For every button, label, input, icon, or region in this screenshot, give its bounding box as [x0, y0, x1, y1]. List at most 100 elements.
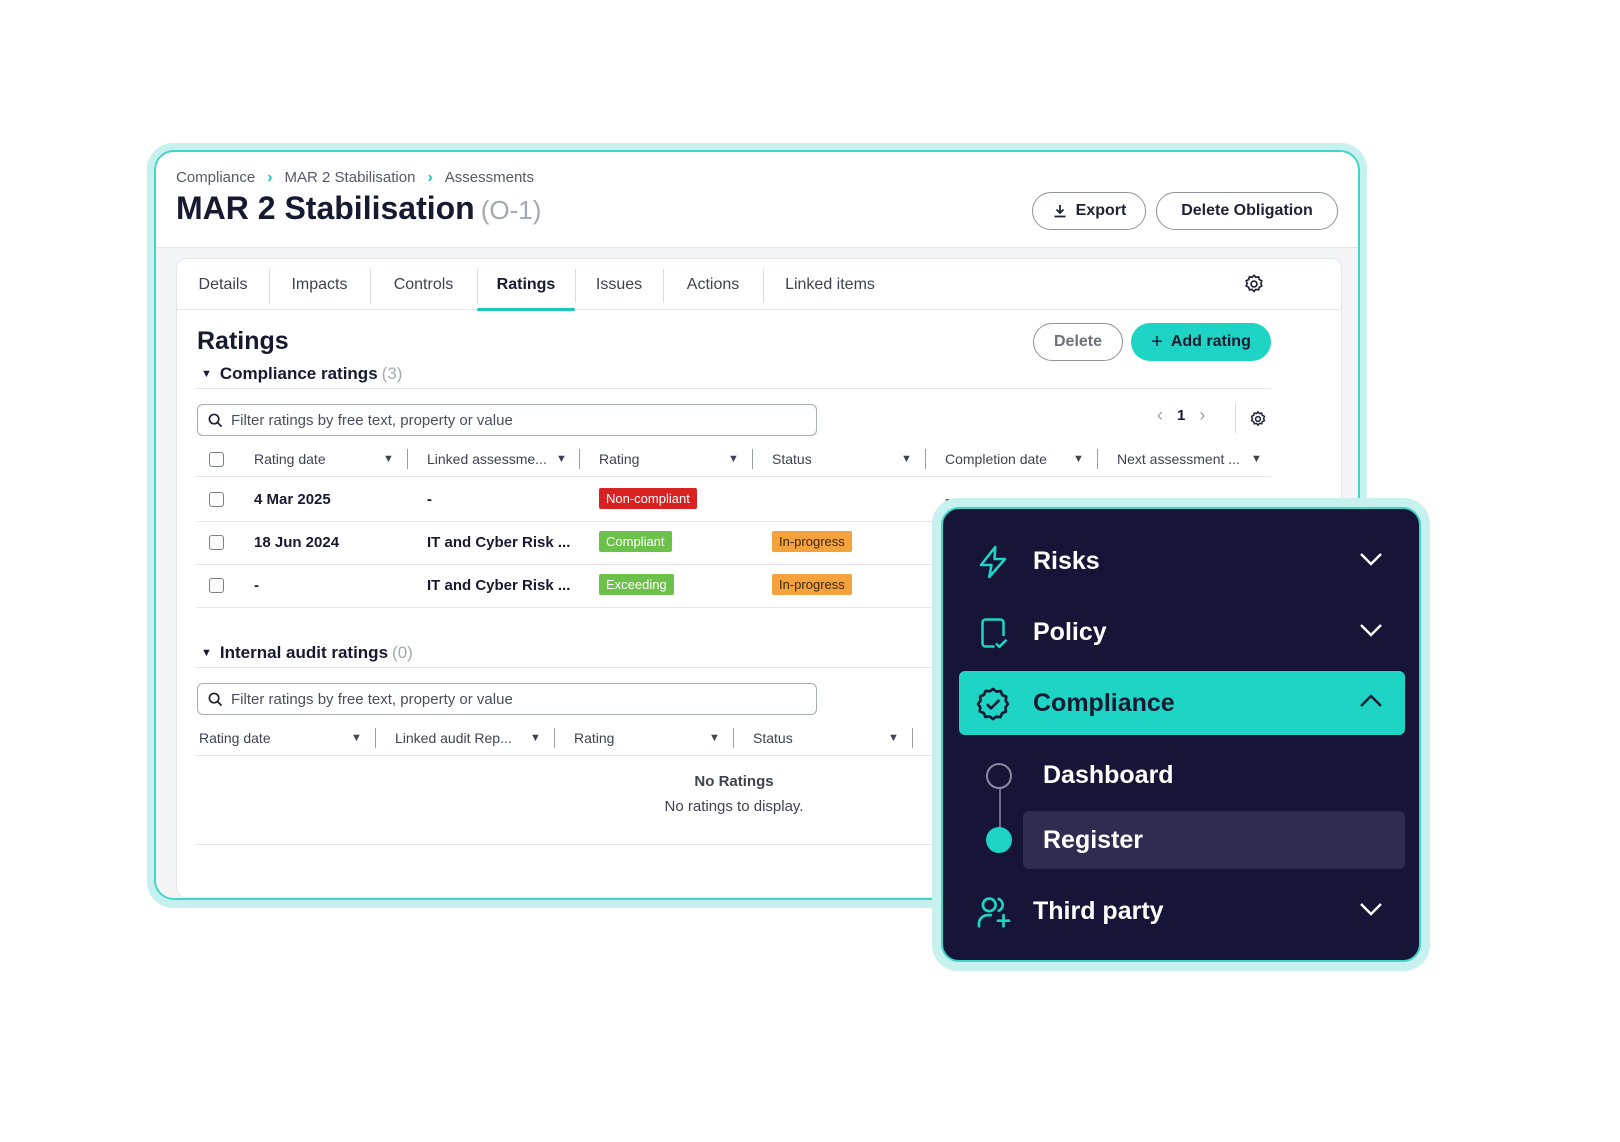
column-header-linked-assessment[interactable]: Linked assessme...	[427, 451, 547, 467]
column-header-status[interactable]: Status	[772, 451, 812, 467]
prev-page-button[interactable]: ‹	[1157, 405, 1163, 426]
column-header-rating-date[interactable]: Rating date	[254, 451, 326, 467]
cell-rating-date: -	[254, 577, 259, 594]
group-title: Internal audit ratings	[219, 643, 389, 662]
filter-arrow-icon[interactable]: ▼	[709, 732, 720, 744]
filter-arrow-icon[interactable]: ▼	[1251, 453, 1262, 465]
chevron-down-icon	[1360, 624, 1382, 637]
column-divider	[407, 449, 408, 469]
column-divider	[925, 449, 926, 469]
gear-icon[interactable]	[1243, 273, 1265, 295]
filter-arrow-icon[interactable]: ▼	[1073, 453, 1084, 465]
group-count: (3)	[381, 364, 403, 383]
row-checkbox[interactable]	[209, 578, 224, 593]
nav-item-policy[interactable]: Policy	[959, 600, 1405, 664]
header-divider	[197, 476, 1271, 477]
column-header-rating-date[interactable]: Rating date	[199, 730, 271, 746]
nav-item-compliance[interactable]: Compliance	[959, 671, 1405, 735]
tab-impacts[interactable]: Impacts	[269, 259, 370, 310]
delete-obligation-button[interactable]: Delete Obligation	[1156, 192, 1338, 230]
cell-linked-assessment[interactable]: IT and Cyber Risk ...	[427, 577, 570, 594]
plus-icon: +	[1151, 331, 1163, 353]
search-icon	[208, 692, 223, 706]
cell-linked-assessment: -	[427, 491, 432, 508]
nav-subitem-register[interactable]: Register	[1023, 811, 1405, 869]
tab-issues[interactable]: Issues	[575, 259, 663, 310]
add-rating-button[interactable]: + Add rating	[1131, 323, 1271, 361]
tab-details[interactable]: Details	[177, 259, 269, 310]
rating-badge: Compliant	[599, 531, 672, 552]
breadcrumb-item-compliance[interactable]: Compliance	[176, 169, 255, 186]
internal-audit-ratings-header[interactable]: ▼ Internal audit ratings (0)	[201, 643, 413, 663]
filter-arrow-icon[interactable]: ▼	[530, 732, 541, 744]
lightning-icon	[979, 545, 1007, 579]
column-header-next-assessment[interactable]: Next assessment ...	[1117, 451, 1240, 467]
tab-bar: Details Impacts Controls Ratings Issues …	[177, 259, 1341, 311]
breadcrumb-item-assessments[interactable]: Assessments	[445, 169, 534, 186]
cell-linked-assessment[interactable]: IT and Cyber Risk ...	[427, 534, 570, 551]
page-title: MAR 2 Stabilisation (O-1)	[176, 190, 541, 227]
nav-item-risks[interactable]: Risks	[959, 529, 1405, 593]
delete-obligation-label: Delete Obligation	[1181, 202, 1313, 219]
rating-badge: Non-compliant	[599, 488, 697, 509]
group-count: (0)	[392, 643, 413, 662]
nav-item-third-party[interactable]: Third party	[959, 879, 1405, 943]
nav-item-label: Compliance	[1033, 688, 1175, 717]
filter-arrow-icon[interactable]: ▼	[351, 732, 362, 744]
next-page-button[interactable]: ›	[1199, 405, 1205, 426]
nav-item-label: Third party	[1033, 896, 1164, 925]
filter-arrow-icon[interactable]: ▼	[383, 453, 394, 465]
cell-rating-date: 4 Mar 2025	[254, 491, 331, 508]
divider	[197, 388, 1271, 389]
internal-audit-search-input[interactable]: Filter ratings by free text, property or…	[197, 683, 817, 715]
filter-arrow-icon[interactable]: ▼	[728, 453, 739, 465]
row-checkbox[interactable]	[209, 535, 224, 550]
row-checkbox[interactable]	[209, 492, 224, 507]
column-divider	[375, 728, 376, 748]
filter-arrow-icon[interactable]: ▼	[556, 453, 567, 465]
chevron-right-icon: ›	[427, 168, 433, 186]
page-number: 1	[1177, 407, 1186, 424]
page-code: (O-1)	[480, 195, 542, 225]
tab-actions[interactable]: Actions	[663, 259, 763, 310]
delete-button[interactable]: Delete	[1033, 323, 1123, 361]
column-header-rating[interactable]: Rating	[599, 451, 639, 467]
nav-subitem-dashboard[interactable]: Dashboard	[1023, 746, 1405, 804]
delete-label: Delete	[1053, 333, 1103, 350]
column-header-linked-audit[interactable]: Linked audit Rep...	[395, 730, 512, 746]
chevron-right-icon: ›	[267, 168, 273, 186]
caret-down-icon: ▼	[201, 368, 212, 380]
export-button[interactable]: Export	[1032, 192, 1146, 230]
select-all-checkbox[interactable]	[209, 452, 224, 467]
filter-arrow-icon[interactable]: ▼	[888, 732, 899, 744]
divider	[1235, 403, 1236, 433]
cell-rating-date: 18 Jun 2024	[254, 534, 340, 551]
breadcrumb-item-obligation[interactable]: MAR 2 Stabilisation	[285, 169, 416, 186]
caret-down-icon: ▼	[201, 647, 212, 659]
policy-document-icon	[981, 618, 1008, 649]
group-title: Compliance ratings	[219, 364, 378, 383]
chevron-down-icon	[1360, 553, 1382, 566]
column-divider	[752, 449, 753, 469]
rating-badge: Exceeding	[599, 574, 674, 595]
search-icon	[208, 413, 223, 427]
user-plus-icon	[977, 897, 1011, 928]
filter-arrow-icon[interactable]: ▼	[901, 453, 912, 465]
navigation-menu: Risks Policy Compliance Dashboard Regist…	[941, 507, 1421, 962]
tab-controls[interactable]: Controls	[370, 259, 477, 310]
column-header-status[interactable]: Status	[753, 730, 793, 746]
gear-icon[interactable]	[1249, 410, 1267, 428]
compliance-ratings-header[interactable]: ▼ Compliance ratings (3)	[201, 364, 402, 384]
radio-empty-icon	[986, 763, 1012, 789]
status-badge: In-progress	[772, 574, 852, 595]
tab-linked-items[interactable]: Linked items	[763, 259, 897, 310]
column-header-completion-date[interactable]: Completion date	[945, 451, 1047, 467]
badge-check-icon	[976, 687, 1010, 721]
section-title: Ratings	[197, 327, 289, 355]
tab-ratings[interactable]: Ratings	[477, 259, 575, 311]
breadcrumb: Compliance › MAR 2 Stabilisation › Asses…	[176, 169, 534, 186]
page-header: Compliance › MAR 2 Stabilisation › Asses…	[156, 152, 1358, 248]
column-header-rating[interactable]: Rating	[574, 730, 614, 746]
compliance-search-input[interactable]: Filter ratings by free text, property or…	[197, 404, 817, 436]
page-title-text: MAR 2 Stabilisation	[176, 190, 475, 226]
